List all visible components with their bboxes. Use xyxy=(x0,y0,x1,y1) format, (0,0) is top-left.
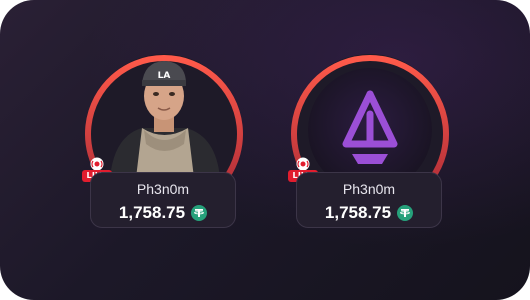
tether-icon xyxy=(191,205,208,221)
tether-icon xyxy=(397,205,414,221)
wager-amount: 1,758.75 xyxy=(324,203,392,222)
amount-row: 1,758.75 xyxy=(297,203,441,223)
wager-amount: 1,758.75 xyxy=(118,203,186,222)
streamer-card[interactable]: LIVE Ph3n0m 1,758.75 xyxy=(280,0,460,300)
streamer-panel: LA LIVE Ph3n0m 1,758.75 xyxy=(0,0,530,300)
streamer-info: Ph3n0m 1,758.75 xyxy=(90,172,236,228)
streamer-info: Ph3n0m 1,758.75 xyxy=(296,172,442,228)
person-icon: LA xyxy=(110,61,220,178)
streamer-name: Ph3n0m xyxy=(136,181,190,197)
avatar: LA xyxy=(92,58,236,178)
svg-text:LA: LA xyxy=(158,71,171,81)
amount-row: 1,758.75 xyxy=(91,203,235,223)
streamer-card[interactable]: LA LIVE Ph3n0m 1,758.75 xyxy=(74,0,254,300)
streamer-name: Ph3n0m xyxy=(342,181,396,197)
